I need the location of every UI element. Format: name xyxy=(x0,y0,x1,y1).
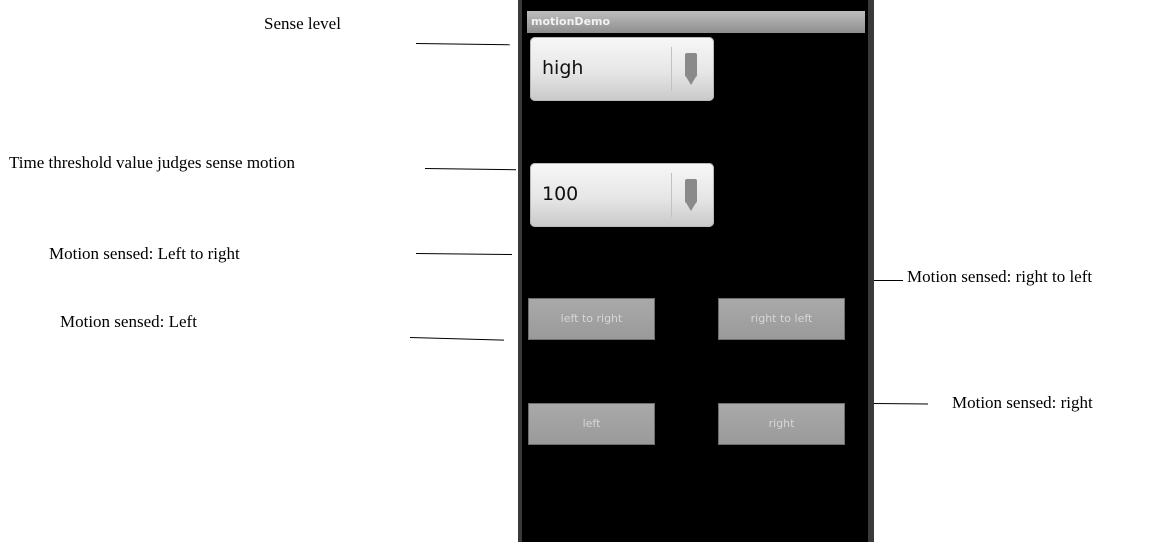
leader-line-sense-level xyxy=(415,43,510,46)
annotation-sense-level: Sense level xyxy=(264,14,341,33)
spinner-divider xyxy=(671,47,672,91)
annotation-motion-right-to-left: Motion sensed: right to left xyxy=(907,267,1093,286)
annotation-motion-left: Motion sensed: Left xyxy=(60,312,197,331)
annotation-motion-right: Motion sensed: right xyxy=(952,393,1093,412)
time-threshold-value: 100 xyxy=(542,183,579,205)
right-to-left-button[interactable]: right to left xyxy=(718,298,845,340)
left-to-right-button[interactable]: left to right xyxy=(528,298,655,340)
sense-level-spinner[interactable]: high xyxy=(530,37,714,101)
dropdown-arrow-icon xyxy=(685,179,697,211)
phone-bezel-left xyxy=(518,0,522,542)
leader-line-motion-right xyxy=(872,403,929,405)
sense-level-value: high xyxy=(542,57,584,79)
left-button[interactable]: left xyxy=(528,403,655,445)
leader-line-motion-right-to-left xyxy=(870,280,903,281)
leader-line-motion-left xyxy=(409,337,504,341)
dropdown-arrow-icon xyxy=(685,53,697,85)
phone-bezel-right xyxy=(868,0,874,542)
annotation-time-threshold: Time threshold value judges sense motion xyxy=(9,153,295,172)
spinner-divider xyxy=(671,173,672,217)
leader-line-time-threshold xyxy=(424,168,516,171)
right-button[interactable]: right xyxy=(718,403,845,445)
annotation-motion-left-to-right: Motion sensed: Left to right xyxy=(49,244,240,263)
app-title: motionDemo xyxy=(531,15,611,28)
time-threshold-spinner[interactable]: 100 xyxy=(530,163,714,227)
leader-line-motion-left-to-right xyxy=(415,253,512,256)
app-title-bar: motionDemo xyxy=(527,11,865,33)
